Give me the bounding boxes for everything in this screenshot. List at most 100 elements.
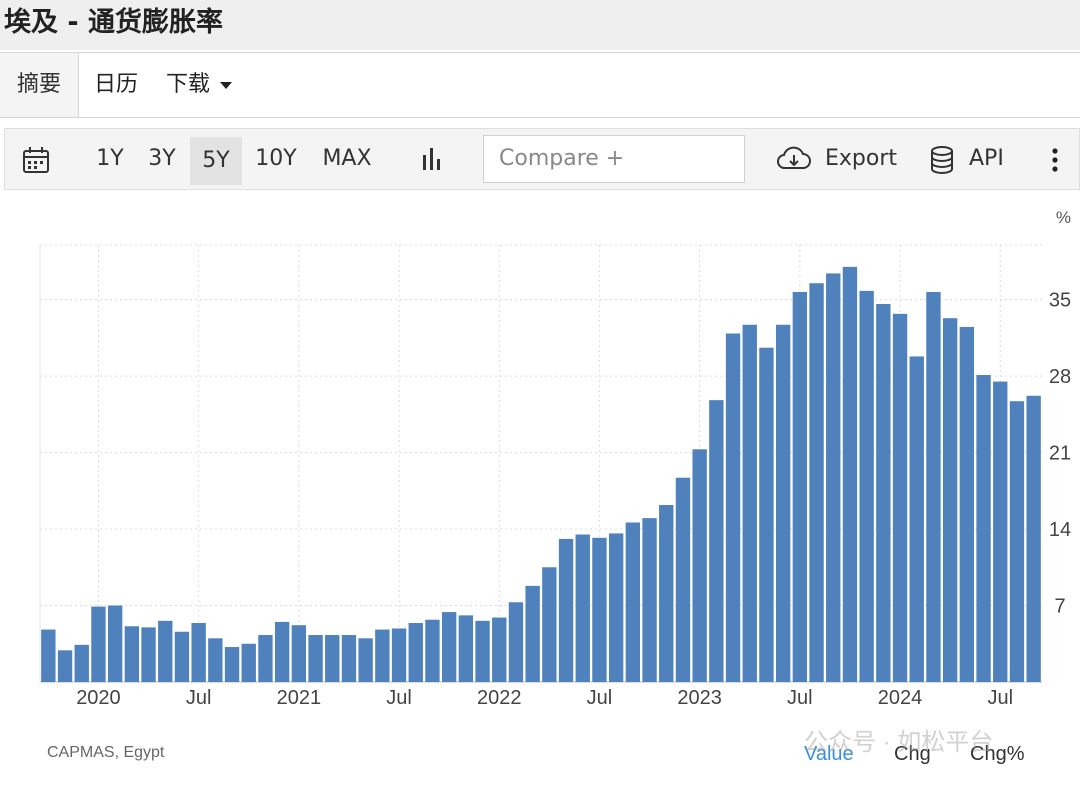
bar[interactable] (241, 643, 256, 682)
x-tick-label: Jul (987, 687, 1013, 709)
tab-calendar[interactable]: 日历 (94, 53, 138, 117)
bar[interactable] (341, 635, 357, 682)
bar[interactable] (892, 313, 908, 682)
bar[interactable] (575, 534, 590, 682)
bar[interactable] (959, 326, 975, 682)
x-tick-label: 2024 (878, 687, 923, 709)
tab-download[interactable]: 下载 (166, 53, 233, 117)
period-5y[interactable]: 5Y (190, 137, 242, 185)
y-tick-label: 21 (1049, 443, 1071, 465)
watermark: 公众号 · 如松平台 (804, 729, 993, 756)
bar[interactable] (709, 400, 724, 682)
x-tick-label: 2021 (277, 687, 322, 709)
bar[interactable] (525, 585, 540, 682)
bar[interactable] (74, 644, 89, 682)
y-tick-label: 14 (1049, 519, 1071, 541)
bar[interactable] (592, 537, 607, 682)
bar[interactable] (492, 617, 507, 682)
cloud-download-icon (777, 146, 811, 169)
bar[interactable] (775, 324, 791, 682)
bar[interactable] (158, 620, 173, 682)
source-label: CAPMAS, Egypt (47, 744, 165, 761)
bar[interactable] (274, 621, 290, 682)
x-tick-label: Jul (386, 687, 412, 709)
y-tick-label: 28 (1049, 366, 1071, 388)
bar[interactable] (842, 266, 858, 682)
export-button[interactable]: Export (775, 129, 897, 189)
more-vertical-icon[interactable] (1051, 147, 1059, 173)
tab-summary[interactable]: 摘要 (0, 53, 79, 117)
tab-download-label: 下载 (166, 72, 211, 97)
bar[interactable] (191, 623, 206, 682)
bar[interactable] (358, 638, 373, 682)
bar[interactable] (942, 318, 958, 682)
tab-bar: 摘要 日历 下载 (0, 52, 1080, 118)
bar[interactable] (475, 620, 490, 682)
bar[interactable] (675, 477, 691, 682)
bar[interactable] (224, 647, 240, 682)
bar-chart-icon[interactable] (419, 146, 445, 172)
bar[interactable] (792, 291, 808, 682)
bar[interactable] (809, 283, 824, 682)
bar[interactable] (826, 273, 841, 682)
bar[interactable] (107, 605, 123, 682)
inflation-bar-chart: 7 14 21 28 35 2020 Jul 2021 Jul 2022 Jul 2023 Jul 20… (39, 208, 1071, 765)
bar[interactable] (1026, 395, 1041, 682)
bar[interactable] (1009, 401, 1025, 682)
chart-area: 7 14 21 28 35 2020 Jul 2021 Jul 2022 Jul 2023 Jul 20… (0, 190, 1080, 786)
bar[interactable] (659, 505, 674, 682)
x-tick-label: 2020 (76, 687, 121, 709)
bar[interactable] (375, 629, 390, 682)
period-1y[interactable]: 1Y (91, 129, 129, 189)
database-icon (931, 146, 953, 174)
period-3y[interactable]: 3Y (143, 129, 181, 189)
bar[interactable] (57, 650, 73, 682)
bar[interactable] (993, 381, 1008, 682)
x-tick-label: 2022 (477, 687, 522, 709)
bar[interactable] (625, 522, 641, 682)
bar[interactable] (909, 356, 924, 682)
bar[interactable] (458, 615, 474, 682)
bar[interactable] (558, 538, 574, 682)
x-tick-label: Jul (787, 687, 813, 709)
bar[interactable] (725, 333, 741, 682)
bar[interactable] (141, 627, 156, 682)
page-title: 埃及 - 通货膨胀率 (0, 0, 1080, 50)
bar[interactable] (642, 518, 657, 682)
bar[interactable] (926, 291, 941, 682)
calendar-icon[interactable] (21, 145, 51, 175)
bar[interactable] (859, 290, 874, 682)
bar[interactable] (441, 612, 457, 682)
bar[interactable] (325, 635, 340, 682)
bar[interactable] (291, 625, 307, 682)
bar[interactable] (408, 623, 423, 682)
bar[interactable] (425, 619, 440, 682)
bar[interactable] (608, 533, 624, 682)
x-tick-label: 2023 (677, 687, 722, 709)
caret-down-icon (220, 81, 233, 89)
bar[interactable] (742, 324, 757, 682)
bar[interactable] (876, 303, 891, 682)
bar[interactable] (759, 347, 774, 682)
bar[interactable] (124, 626, 140, 682)
x-tick-label: Jul (587, 687, 613, 709)
bar[interactable] (692, 449, 707, 682)
api-button[interactable]: API (929, 129, 1019, 189)
bar[interactable] (308, 635, 323, 682)
bar[interactable] (91, 606, 106, 682)
chart-toolbar: 1Y 3Y 5Y 10Y MAX Compare + Export API (4, 128, 1080, 190)
compare-input[interactable]: Compare + (483, 135, 745, 183)
bar[interactable] (976, 375, 991, 682)
period-10y[interactable]: 10Y (251, 129, 301, 189)
bar[interactable] (174, 631, 190, 682)
bar[interactable] (258, 635, 273, 682)
bar[interactable] (391, 628, 407, 682)
api-label: API (969, 146, 1004, 171)
bar[interactable] (542, 567, 557, 682)
y-tick-label: 7 (1054, 596, 1065, 618)
bar[interactable] (208, 638, 223, 682)
period-max[interactable]: MAX (319, 129, 375, 189)
bar[interactable] (508, 602, 524, 682)
x-tick-label: Jul (186, 687, 212, 709)
bar[interactable] (41, 629, 56, 682)
